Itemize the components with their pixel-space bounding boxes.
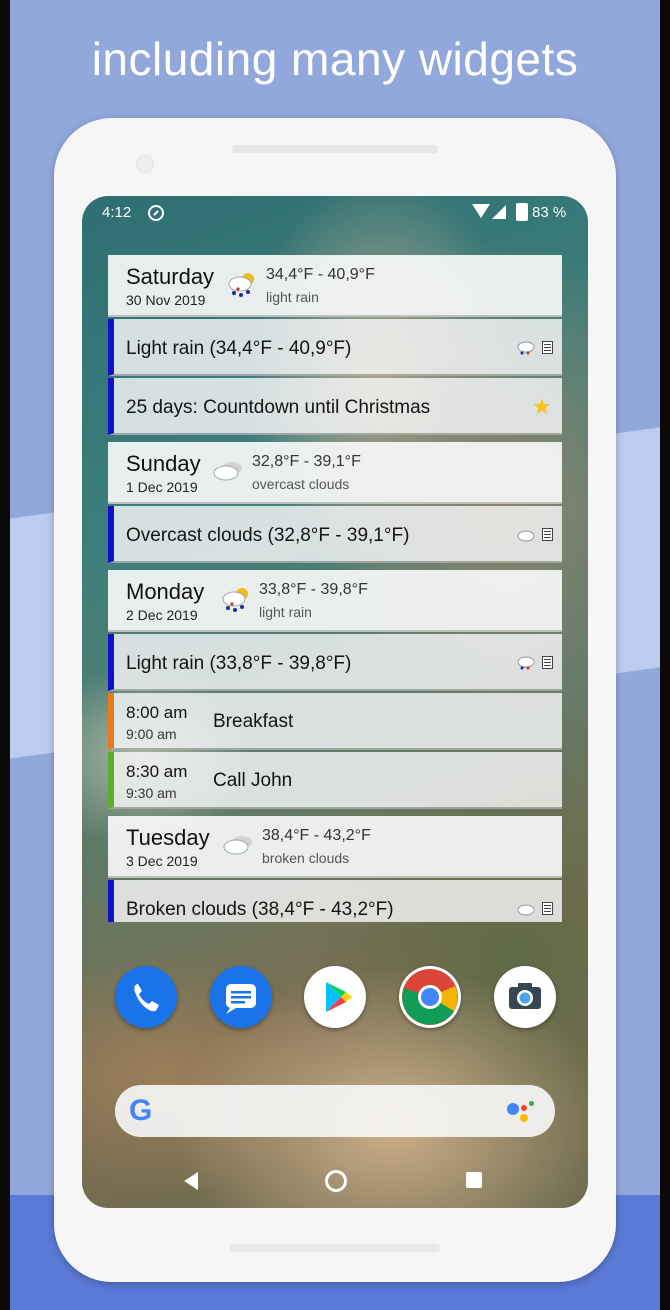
front-camera [136,155,154,173]
cloud-mini-icon [517,530,535,542]
note-icon [542,902,553,915]
weather-item-text: Light rain (34,4°F - 40,9°F) [126,338,352,359]
event-title: Call John [213,770,293,791]
navigation-bar [82,1166,588,1196]
day-header-saturday[interactable]: Saturday 30 Nov 2019 34,4°F - 40,9°F lig… [108,255,562,317]
home-button[interactable] [325,1170,347,1192]
phone-chin [230,1244,440,1252]
cell-signal-icon [492,205,506,219]
weather-item-tuesday[interactable]: Broken clouds (38,4°F - 43,2°F) [108,880,562,922]
assistant-icon[interactable] [507,1101,537,1123]
phone-screen: 4:12 83 % Saturday 30 Nov 2019 34,4°F - … [82,196,588,1208]
google-search-bar[interactable]: G [115,1085,555,1137]
weather-desc: broken clouds [262,850,350,866]
note-icon [542,656,553,669]
phone-frame: 4:12 83 % Saturday 30 Nov 2019 34,4°F - … [54,118,616,1282]
cloud-icon [213,462,242,481]
rain-cloud-sun-icon [222,588,248,612]
weather-desc: overcast clouds [252,476,350,492]
day-date: 30 Nov 2019 [126,292,206,308]
app-dock [82,966,588,1030]
rain-mini-icon [517,656,535,670]
event-item-breakfast[interactable]: 8:00 am 9:00 am Breakfast [108,693,562,750]
countdown-text: 25 days: Countdown until Christmas [126,397,431,418]
phone-app-icon[interactable] [115,966,177,1028]
messages-app-icon[interactable] [210,966,272,1028]
day-header-sunday[interactable]: Sunday 1 Dec 2019 32,8°F - 39,1°F overca… [108,442,562,504]
weather-item-text: Broken clouds (38,4°F - 43,2°F) [126,899,394,920]
event-end: 9:00 am [126,726,177,742]
headline: including many widgets [91,33,579,85]
countdown-item[interactable]: 25 days: Countdown until Christmas ★ [108,378,562,435]
temp-range: 32,8°F - 39,1°F [252,453,361,470]
cloud-mini-icon [517,904,535,916]
recents-button[interactable] [466,1172,482,1188]
rain-cloud-sun-icon [228,273,254,297]
weather-item-sunday[interactable]: Overcast clouds (32,8°F - 39,1°F) [108,506,562,563]
weather-item-saturday[interactable]: Light rain (34,4°F - 40,9°F) [108,319,562,376]
cloud-icon [223,836,252,855]
battery-percent: 83 % [532,204,567,221]
note-icon [542,528,553,541]
day-name: Tuesday [126,825,210,850]
weather-desc: light rain [266,289,319,305]
day-date: 2 Dec 2019 [126,607,198,623]
play-store-icon[interactable] [304,966,366,1028]
day-name: Sunday [126,451,201,476]
dnd-icon [148,205,164,221]
event-start: 8:30 am [126,762,188,781]
weather-desc: light rain [259,604,312,620]
chrome-icon[interactable] [399,966,461,1028]
day-name: Saturday [126,264,215,289]
status-bar: 4:12 83 % [82,196,588,230]
event-end: 9:30 am [126,785,177,801]
star-icon: ★ [532,394,552,419]
event-start: 8:00 am [126,703,188,722]
day-header-monday[interactable]: Monday 2 Dec 2019 33,8°F - 39,8°F light … [108,570,562,632]
day-date: 1 Dec 2019 [126,479,198,495]
camera-app-icon[interactable] [494,966,556,1028]
temp-range: 33,8°F - 39,8°F [259,581,368,598]
event-item-call-john[interactable]: 8:30 am 9:30 am Call John [108,752,562,809]
weather-item-text: Light rain (33,8°F - 39,8°F) [126,653,352,674]
day-name: Monday [126,579,205,604]
weather-item-monday[interactable]: Light rain (33,8°F - 39,8°F) [108,634,562,691]
day-header-tuesday[interactable]: Tuesday 3 Dec 2019 38,4°F - 43,2°F broke… [108,816,562,878]
event-title: Breakfast [213,711,294,732]
temp-range: 34,4°F - 40,9°F [266,266,375,283]
phone-speaker [232,145,438,153]
google-logo-icon: G [129,1094,153,1127]
rain-mini-icon [517,341,535,355]
wifi-icon [472,204,490,218]
note-icon [542,341,553,354]
battery-icon [516,203,528,221]
promo-background: including many widgets 4:12 83 % Saturda… [10,0,660,1310]
day-date: 3 Dec 2019 [126,853,198,869]
status-time: 4:12 [102,204,132,221]
weather-item-text: Overcast clouds (32,8°F - 39,1°F) [126,525,410,546]
temp-range: 38,4°F - 43,2°F [262,827,371,844]
back-button[interactable] [184,1172,198,1190]
